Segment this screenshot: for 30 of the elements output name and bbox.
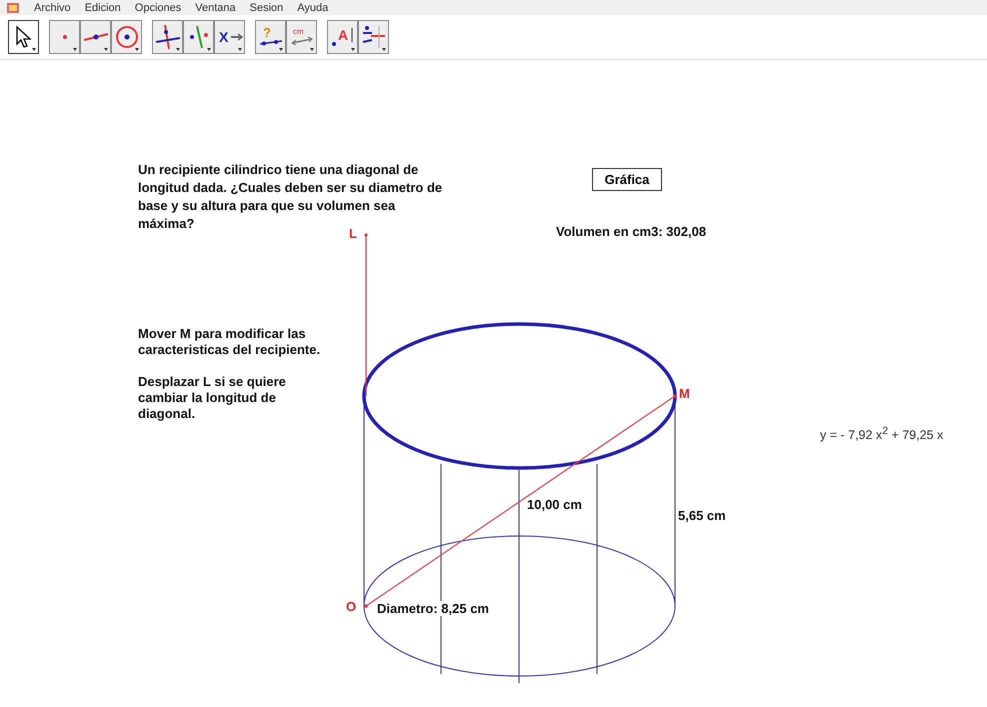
menu-item[interactable]: Ventana [195,2,236,15]
perpendicular-lines-icon [154,24,180,50]
circle-icon [114,24,140,50]
equation-text: y = - 7,92 x$^{2}$ + 79,25 x [820,426,944,442]
tool-button[interactable] [152,20,183,54]
point-marker[interactable] [673,394,677,398]
app-icon [6,2,20,12]
menu-item[interactable]: Edicion [84,2,121,15]
point-icon [62,34,68,40]
instruction-text: Mover M para modificar las caracteristicas del recipiente. [138,326,322,358]
point-marker[interactable] [364,604,368,608]
tool-button[interactable] [111,20,142,54]
point-marker[interactable] [364,234,368,236]
point-label: L [349,226,357,241]
measure-label: 5,65 cm [677,508,727,523]
menu-item[interactable]: Opciones [134,2,182,15]
point-label: O [346,599,356,614]
measure-label: 10,00 cm [527,497,582,512]
tool-button[interactable] [8,20,39,54]
tool-button[interactable] [80,20,111,54]
menu-item[interactable]: Ayuda [297,2,328,15]
graph-button[interactable]: Gráfica [592,168,662,191]
instruction-text: Desplazar L si se quiere cambiar la longitud de diagonal. [138,374,287,422]
measure-label: Diametro: 8,25 cm [376,601,490,616]
menu-item[interactable]: Archivo [34,2,71,15]
point-label: M [679,386,690,401]
midpoint-icon [360,24,386,50]
volume-text: Volumen en cm3: 302,08 [556,224,706,239]
menu-item[interactable]: Sesion [250,2,284,15]
tool-button[interactable] [358,20,389,54]
